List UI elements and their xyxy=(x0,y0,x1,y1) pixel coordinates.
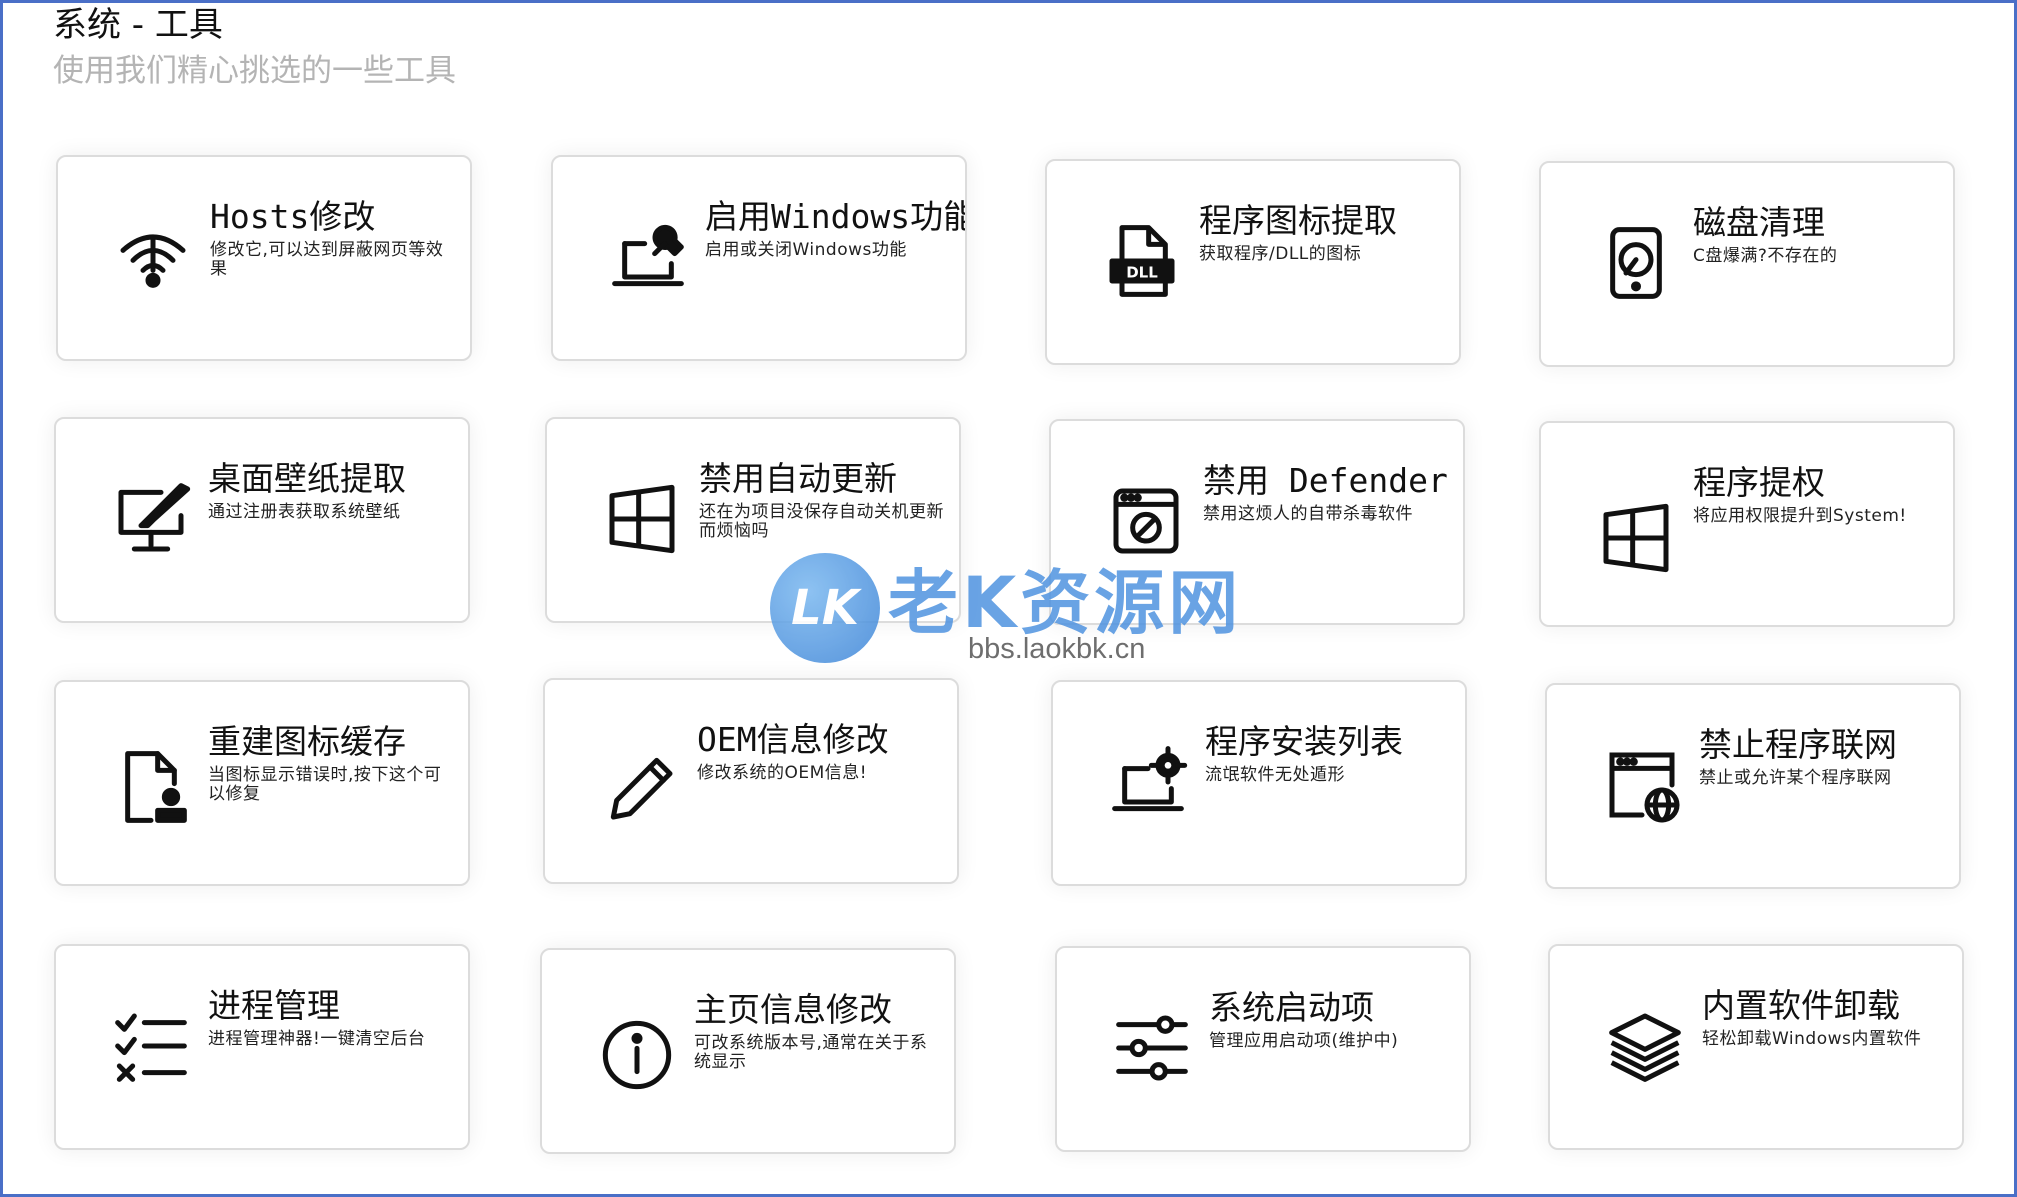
pencil-icon xyxy=(595,742,685,832)
tool-card-rebuild-icon-cache[interactable]: 重建图标缓存 当图标显示错误时,按下这个可以修复 xyxy=(54,680,470,886)
tool-title: 系统启动项 xyxy=(1209,988,1374,1027)
window-globe-icon xyxy=(1597,740,1687,830)
tool-desc: 禁用这烦人的自带杀毒软件 xyxy=(1203,504,1413,524)
tool-title: 程序提权 xyxy=(1693,463,1825,502)
tool-title: 禁用 Defender xyxy=(1203,461,1448,500)
tool-desc: 获取程序/DLL的图标 xyxy=(1199,244,1362,264)
tool-card-windows-features[interactable]: 启用Windows功能 启用或关闭Windows功能 xyxy=(551,155,967,361)
tool-title: OEM信息修改 xyxy=(697,720,889,759)
tool-card-icon-extract[interactable]: DLL 程序图标提取 获取程序/DLL的图标 xyxy=(1045,159,1461,365)
tool-card-oem-info[interactable]: OEM信息修改 修改系统的OEM信息! xyxy=(543,678,959,884)
tool-desc: 修改它,可以达到屏蔽网页等效果 xyxy=(210,240,444,279)
tool-card-startup-items[interactable]: 系统启动项 管理应用启动项(维护中) xyxy=(1055,946,1471,1152)
tool-card-block-network[interactable]: 禁止程序联网 禁止或允许某个程序联网 xyxy=(1545,683,1961,889)
tool-desc: C盘爆满?不存在的 xyxy=(1693,246,1838,266)
tool-card-homepage-info[interactable]: 主页信息修改 可改系统版本号,通常在关于系统显示 xyxy=(540,948,956,1154)
tool-title: 禁止程序联网 xyxy=(1699,725,1897,764)
tool-desc: 启用或关闭Windows功能 xyxy=(705,240,907,260)
tool-title: 内置软件卸载 xyxy=(1702,986,1900,1025)
laptop-gear-icon xyxy=(1103,737,1193,827)
tool-desc: 当图标显示错误时,按下这个可以修复 xyxy=(208,765,442,804)
tool-title: 程序图标提取 xyxy=(1199,201,1397,240)
tool-card-hosts[interactable]: Hosts修改 修改它,可以达到屏蔽网页等效果 xyxy=(56,155,472,361)
windows-logo-icon xyxy=(1591,493,1681,583)
svg-text:DLL: DLL xyxy=(1126,264,1158,282)
laptop-wrench-icon xyxy=(603,212,693,302)
tool-desc: 管理应用启动项(维护中) xyxy=(1209,1031,1399,1051)
tool-title: 启用Windows功能 xyxy=(705,197,967,236)
app-window: 系统 - 工具 使用我们精心挑选的一些工具 Hosts修改 修改它,可以达到屏蔽… xyxy=(0,0,2017,1197)
tool-title: 程序安装列表 xyxy=(1205,722,1403,761)
tool-card-wallpaper[interactable]: 桌面壁纸提取 通过注册表获取系统壁纸 xyxy=(54,417,470,623)
tool-title: 磁盘清理 xyxy=(1693,203,1825,242)
sliders-icon xyxy=(1107,1003,1197,1093)
tool-card-disk-cleanup[interactable]: 磁盘清理 C盘爆满?不存在的 xyxy=(1539,161,1955,367)
tool-desc: 可改系统版本号,通常在关于系统显示 xyxy=(694,1033,928,1072)
tool-title: Hosts修改 xyxy=(210,197,376,236)
tool-title: 进程管理 xyxy=(208,986,340,1025)
tool-desc: 还在为项目没保存自动关机更新而烦恼吗 xyxy=(699,502,944,541)
tool-card-elevate[interactable]: 程序提权 将应用权限提升到System! xyxy=(1539,421,1955,627)
checklist-icon xyxy=(106,1001,196,1091)
hard-disk-icon xyxy=(1591,218,1681,308)
tool-desc: 将应用权限提升到System! xyxy=(1693,506,1907,526)
tool-card-process-manager[interactable]: 进程管理 进程管理神器!一键清空后台 xyxy=(54,944,470,1150)
tools-grid: Hosts修改 修改它,可以达到屏蔽网页等效果 启用Windows功能 启用或关… xyxy=(3,3,2014,1194)
tool-desc: 修改系统的OEM信息! xyxy=(697,763,868,783)
tool-title: 桌面壁纸提取 xyxy=(208,459,406,498)
windows-logo-icon xyxy=(597,474,687,564)
tool-title: 禁用自动更新 xyxy=(699,459,897,498)
tool-desc: 流氓软件无处遁形 xyxy=(1205,765,1345,785)
layers-icon xyxy=(1600,1001,1690,1091)
window-block-icon xyxy=(1101,476,1191,566)
tool-desc: 轻松卸载Windows内置软件 xyxy=(1702,1029,1922,1049)
wifi-icon xyxy=(108,212,198,302)
monitor-brush-icon xyxy=(106,474,196,564)
tool-desc: 进程管理神器!一键清空后台 xyxy=(208,1029,426,1049)
tool-card-builtin-uninstall[interactable]: 内置软件卸载 轻松卸载Windows内置软件 xyxy=(1548,944,1964,1150)
tool-card-disable-defender[interactable]: 禁用 Defender 禁用这烦人的自带杀毒软件 xyxy=(1049,419,1465,625)
tool-card-installed-programs[interactable]: 程序安装列表 流氓软件无处遁形 xyxy=(1051,680,1467,886)
tool-title: 主页信息修改 xyxy=(694,990,892,1029)
tool-desc: 禁止或允许某个程序联网 xyxy=(1699,768,1892,788)
info-icon xyxy=(592,1010,682,1100)
file-user-icon xyxy=(106,742,196,832)
tool-title: 重建图标缓存 xyxy=(208,722,406,761)
tool-card-disable-update[interactable]: 禁用自动更新 还在为项目没保存自动关机更新而烦恼吗 xyxy=(545,417,961,623)
tool-desc: 通过注册表获取系统壁纸 xyxy=(208,502,401,522)
dll-file-icon: DLL xyxy=(1097,216,1187,306)
